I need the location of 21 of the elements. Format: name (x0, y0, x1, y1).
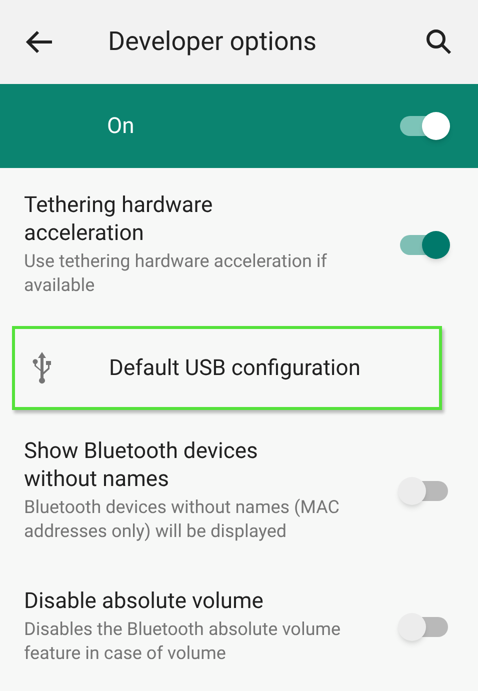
setting-summary: Disables the Bluetooth absolute volume feature in case of volume (24, 618, 342, 666)
setting-title: Default USB configuration (109, 354, 360, 382)
master-switch-bar[interactable]: On (0, 84, 478, 168)
setting-row[interactable]: Show Bluetooth devices without names Bluetooth devices without names (MAC addresses only) will be displayed (0, 416, 478, 566)
back-arrow-icon[interactable] (26, 30, 54, 54)
search-icon[interactable] (426, 29, 452, 55)
setting-title: Disable absolute volume (24, 588, 264, 616)
toggle-switch[interactable] (398, 477, 450, 505)
toggle-switch[interactable] (398, 231, 450, 259)
setting-row[interactable]: Default USB configuration (12, 326, 442, 410)
setting-row[interactable]: Disable absolute volume Disables the Bluetooth absolute volume feature in case of volume (0, 566, 478, 688)
setting-summary: Bluetooth devices without names (MAC addresses only) will be displayed (24, 496, 340, 544)
toggle-switch[interactable] (398, 112, 450, 140)
setting-summary: Use tethering hardware acceleration if available (24, 250, 328, 298)
setting-title: Tethering hardware acceleration (24, 192, 214, 248)
setting-row[interactable]: Tethering hardware acceleration Use tethering hardware acceleration if available (0, 170, 478, 320)
master-switch-label: On (107, 112, 136, 140)
toggle-switch[interactable] (398, 613, 450, 641)
usb-icon (31, 352, 53, 384)
app-bar-title: Developer options (108, 26, 318, 58)
setting-title: Show Bluetooth devices without names (24, 438, 259, 494)
